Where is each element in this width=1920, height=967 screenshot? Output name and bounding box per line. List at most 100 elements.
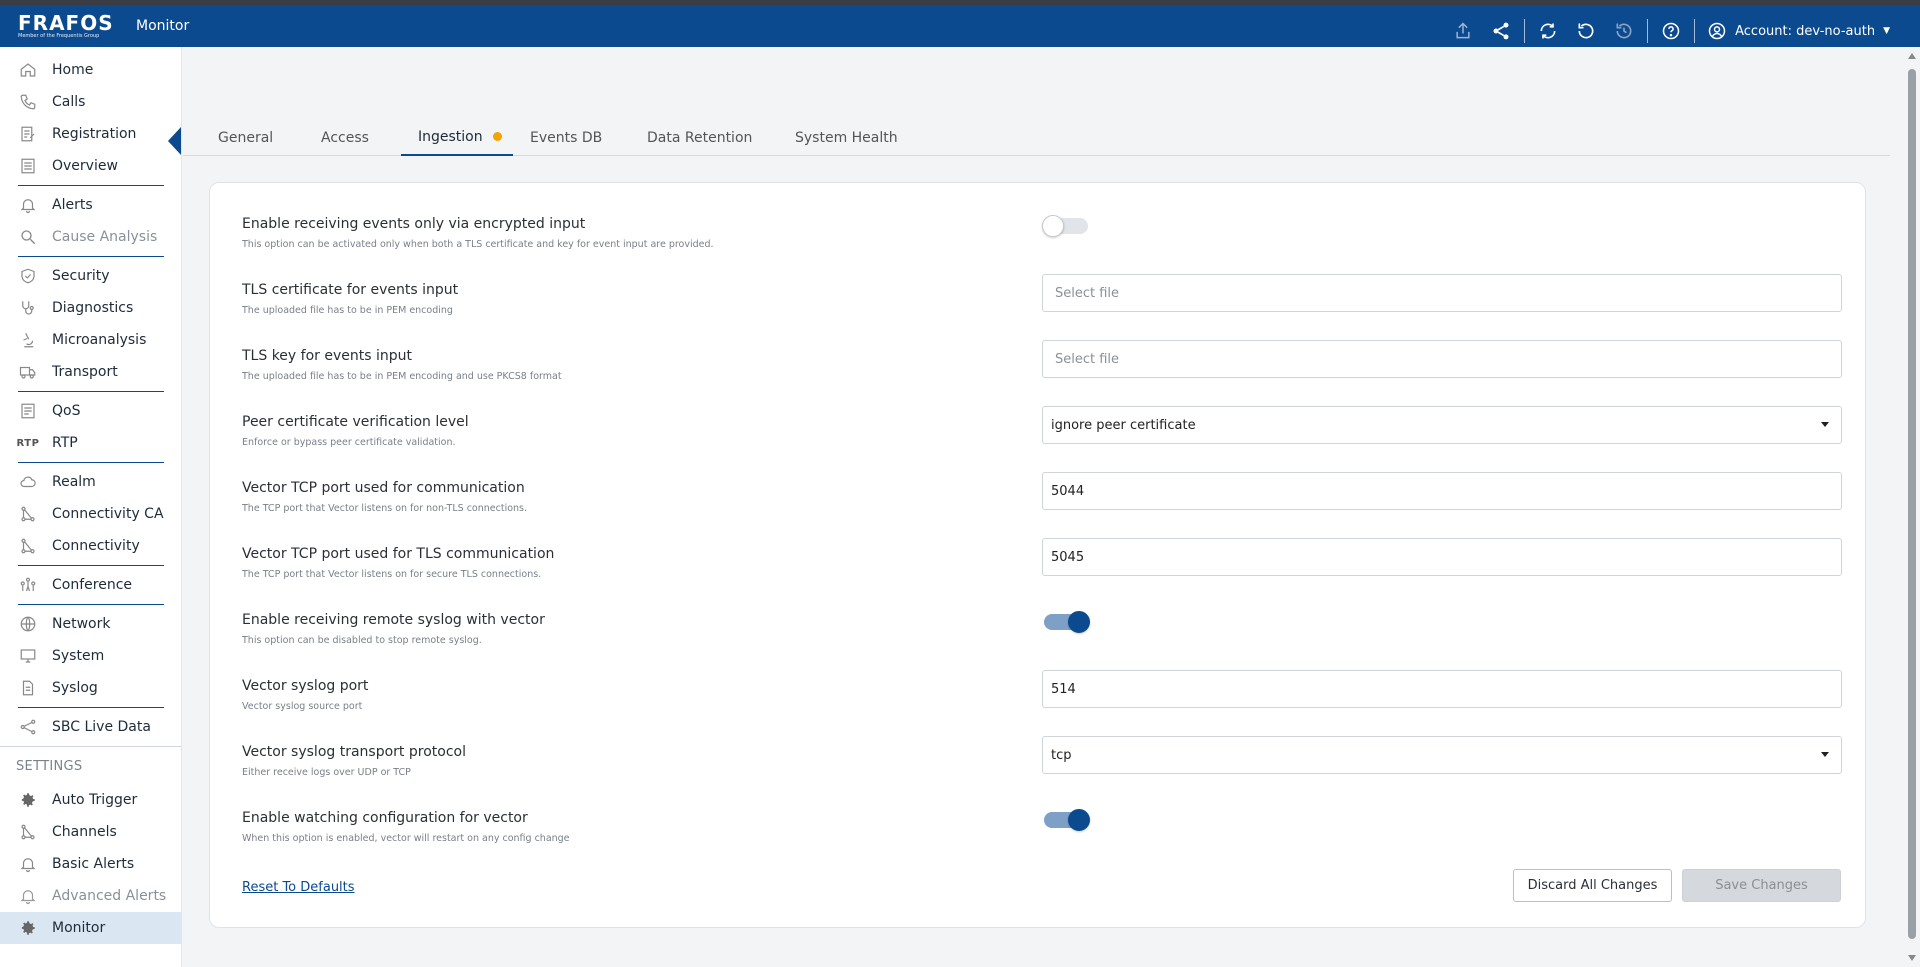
setting-row-tls-port: Vector TCP port used for TLS communicati… (242, 538, 1842, 600)
setting-row-remote-syslog: Enable receiving remote syslog with vect… (242, 610, 1835, 666)
sidebar-item-rtp[interactable]: RTP RTP (0, 427, 181, 459)
bell-icon (18, 195, 38, 215)
sidebar: Home Calls Registration Overview Alerts … (0, 47, 182, 967)
sidebar-item-overview[interactable]: Overview (0, 150, 181, 182)
tab-label: Access (321, 129, 369, 146)
main-content: General Access Ingestion Events DB Data … (183, 47, 1890, 967)
tcp-port-input[interactable]: 5044 (1042, 472, 1842, 510)
reset-to-defaults-link[interactable]: Reset To Defaults (242, 880, 355, 895)
setting-label: TLS certificate for events input (242, 282, 459, 298)
tab-access[interactable]: Access (321, 119, 369, 156)
setting-row-peer-verification: Peer certificate verification level Enfo… (242, 406, 1842, 468)
sidebar-item-realm[interactable]: Realm (0, 466, 181, 498)
sidebar-item-advanced-alerts[interactable]: Advanced Alerts (0, 880, 181, 912)
sidebar-item-conference[interactable]: Conference (0, 569, 181, 601)
scrollbar-thumb[interactable] (1908, 69, 1916, 939)
setting-row-watch-config: Enable watching configuration for vector… (242, 808, 1835, 864)
setting-label: Vector syslog transport protocol (242, 744, 466, 760)
sidebar-item-sbc-live-data[interactable]: SBC Live Data (0, 711, 181, 743)
syslog-port-input[interactable]: 514 (1042, 670, 1842, 708)
setting-hint: The uploaded file has to be in PEM encod… (242, 371, 562, 382)
tab-events-db[interactable]: Events DB (530, 119, 602, 156)
sidebar-item-connectivity[interactable]: Connectivity (0, 530, 181, 562)
sidebar-collapse-arrow-icon[interactable] (168, 127, 181, 155)
sidebar-item-basic-alerts[interactable]: Basic Alerts (0, 848, 181, 880)
tab-label: Data Retention (647, 129, 753, 146)
sidebar-item-network[interactable]: Network (0, 608, 181, 640)
scroll-down-arrow-icon[interactable] (1908, 955, 1916, 961)
help-icon[interactable] (1652, 10, 1690, 52)
sidebar-item-channels[interactable]: Channels (0, 816, 181, 848)
top-actions: Account: dev-no-auth ▼ (1444, 10, 1890, 52)
select-value: ignore peer certificate (1051, 417, 1196, 433)
sidebar-item-cause-analysis[interactable]: Cause Analysis (0, 221, 181, 253)
sidebar-item-home[interactable]: Home (0, 54, 181, 86)
bell-plus-icon (18, 886, 38, 906)
phone-icon (18, 92, 38, 112)
tab-general[interactable]: General (218, 119, 273, 156)
sidebar-item-security[interactable]: Security (0, 260, 181, 292)
sidebar-item-label: Basic Alerts (52, 856, 135, 872)
history-icon[interactable] (1605, 10, 1643, 52)
tls-key-file-input[interactable]: Select file (1042, 340, 1842, 378)
setting-label: Enable watching configuration for vector (242, 810, 528, 826)
tls-port-input[interactable]: 5045 (1042, 538, 1842, 576)
sidebar-item-label: Advanced Alerts (52, 888, 167, 904)
nav-divider (18, 604, 164, 605)
tab-label: System Health (795, 129, 898, 146)
discard-all-changes-button[interactable]: Discard All Changes (1513, 869, 1672, 902)
sidebar-item-auto-trigger[interactable]: Auto Trigger (0, 784, 181, 816)
frafos-logo[interactable]: FRAFOS Member of the Frequentis Group (18, 11, 114, 41)
page-scrollbar[interactable] (1904, 47, 1920, 967)
connectivity-icon (18, 504, 38, 524)
sidebar-item-qos[interactable]: QoS (0, 395, 181, 427)
sidebar-item-monitor[interactable]: Monitor (0, 912, 181, 944)
toolbar-divider (1694, 19, 1696, 43)
registration-icon (18, 124, 38, 144)
nav-divider (18, 256, 164, 257)
sidebar-item-syslog[interactable]: Syslog (0, 672, 181, 704)
sidebar-item-label: Auto Trigger (52, 792, 138, 808)
tab-ingestion[interactable]: Ingestion (401, 119, 513, 156)
nav-divider (18, 391, 164, 392)
refresh-icon[interactable] (1567, 10, 1605, 52)
sidebar-item-label: Realm (52, 474, 96, 490)
sidebar-item-connectivity-ca[interactable]: Connectivity CA (0, 498, 181, 530)
syslog-protocol-select[interactable]: tcp (1042, 736, 1842, 774)
setting-row-tcp-port: Vector TCP port used for communication T… (242, 472, 1842, 534)
sidebar-item-registration[interactable]: Registration (0, 118, 181, 150)
sidebar-item-microanalysis[interactable]: Microanalysis (0, 324, 181, 356)
watch-config-toggle[interactable] (1042, 808, 1092, 832)
save-changes-button[interactable]: Save Changes (1682, 869, 1841, 902)
logo-text: FRAFOS (18, 11, 114, 35)
setting-row-tls-key: TLS key for events input The uploaded fi… (242, 340, 1842, 402)
sync-icon[interactable] (1529, 10, 1567, 52)
sidebar-item-label: RTP (52, 435, 78, 451)
sidebar-item-alerts[interactable]: Alerts (0, 189, 181, 221)
share-icon[interactable] (1482, 10, 1520, 52)
setting-label: Enable receiving events only via encrypt… (242, 216, 586, 232)
stethoscope-icon (18, 298, 38, 318)
scroll-up-arrow-icon[interactable] (1908, 53, 1916, 59)
setting-hint: The TCP port that Vector listens on for … (242, 569, 542, 580)
sidebar-item-label: Connectivity CA (52, 506, 164, 522)
sidebar-item-transport[interactable]: Transport (0, 356, 181, 388)
remote-syslog-toggle[interactable] (1042, 610, 1092, 634)
sidebar-item-calls[interactable]: Calls (0, 86, 181, 118)
toolbar-divider (1524, 19, 1526, 43)
peer-verification-select[interactable]: ignore peer certificate (1042, 406, 1842, 444)
sidebar-item-label: Transport (52, 364, 118, 380)
sidebar-item-system[interactable]: System (0, 640, 181, 672)
sidebar-item-label: Channels (52, 824, 117, 840)
encrypted-input-toggle[interactable] (1042, 214, 1092, 238)
tab-data-retention[interactable]: Data Retention (647, 119, 752, 156)
setting-label: Vector syslog port (242, 678, 369, 694)
account-menu[interactable]: Account: dev-no-auth ▼ (1707, 21, 1890, 41)
sidebar-item-label: Conference (52, 577, 133, 593)
sidebar-item-label: Monitor (52, 920, 106, 936)
export-icon[interactable] (1444, 10, 1482, 52)
tab-system-health[interactable]: System Health (795, 119, 898, 156)
tls-certificate-file-input[interactable]: Select file (1042, 274, 1842, 312)
chevron-down-icon (1821, 422, 1829, 427)
sidebar-item-diagnostics[interactable]: Diagnostics (0, 292, 181, 324)
